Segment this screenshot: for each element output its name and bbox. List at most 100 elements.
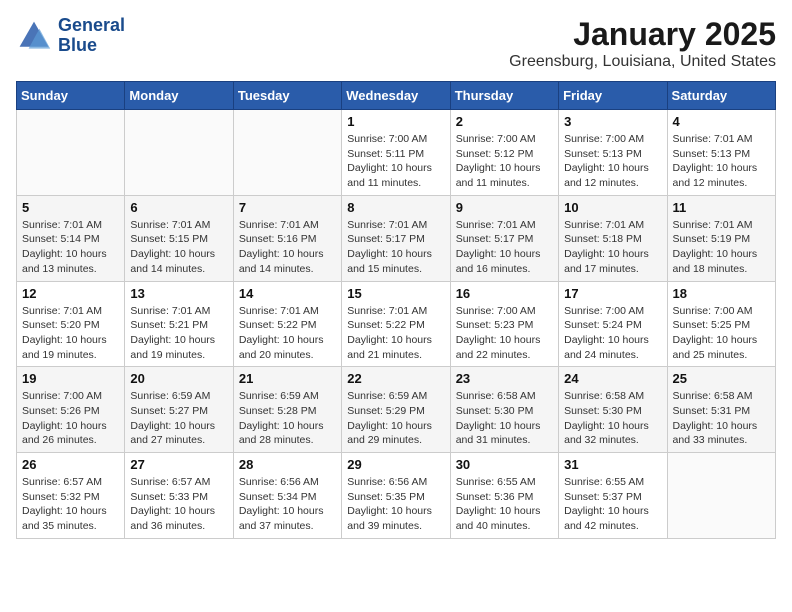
day-detail: Sunrise: 6:56 AM Sunset: 5:35 PM Dayligh… [347, 475, 444, 534]
subtitle: Greensburg, Louisiana, United States [509, 53, 776, 71]
calendar-cell: 9 Sunrise: 7:01 AM Sunset: 5:17 PM Daylig… [450, 195, 558, 281]
day-number: 11 [673, 200, 770, 215]
day-detail: Sunrise: 7:01 AM Sunset: 5:17 PM Dayligh… [347, 218, 444, 277]
day-number: 23 [456, 371, 553, 386]
day-detail: Sunrise: 7:01 AM Sunset: 5:19 PM Dayligh… [673, 218, 770, 277]
day-detail: Sunrise: 7:01 AM Sunset: 5:21 PM Dayligh… [130, 304, 227, 363]
day-number: 27 [130, 457, 227, 472]
calendar-cell: 16 Sunrise: 7:00 AM Sunset: 5:23 PM Dayli… [450, 281, 558, 367]
day-detail: Sunrise: 6:58 AM Sunset: 5:30 PM Dayligh… [456, 389, 553, 448]
calendar-body: 1 Sunrise: 7:00 AM Sunset: 5:11 PM Daylig… [17, 110, 776, 539]
day-number: 12 [22, 286, 119, 301]
day-number: 30 [456, 457, 553, 472]
week-row-2: 5 Sunrise: 7:01 AM Sunset: 5:14 PM Daylig… [17, 195, 776, 281]
day-detail: Sunrise: 7:01 AM Sunset: 5:14 PM Dayligh… [22, 218, 119, 277]
day-number: 29 [347, 457, 444, 472]
calendar-cell: 10 Sunrise: 7:01 AM Sunset: 5:18 PM Dayli… [559, 195, 667, 281]
calendar-cell [125, 110, 233, 196]
day-number: 21 [239, 371, 336, 386]
logo: General Blue [16, 16, 125, 56]
day-number: 5 [22, 200, 119, 215]
day-detail: Sunrise: 7:01 AM Sunset: 5:20 PM Dayligh… [22, 304, 119, 363]
calendar-cell: 1 Sunrise: 7:00 AM Sunset: 5:11 PM Daylig… [342, 110, 450, 196]
day-number: 1 [347, 114, 444, 129]
calendar-cell: 22Sunrise: 6:59 AM Sunset: 5:29 PM Dayli… [342, 367, 450, 453]
day-detail: Sunrise: 6:59 AM Sunset: 5:28 PM Dayligh… [239, 389, 336, 448]
calendar-cell [233, 110, 341, 196]
day-number: 16 [456, 286, 553, 301]
calendar-cell: 8 Sunrise: 7:01 AM Sunset: 5:17 PM Daylig… [342, 195, 450, 281]
logo-line2: Blue [58, 36, 125, 56]
day-number: 20 [130, 371, 227, 386]
day-detail: Sunrise: 6:58 AM Sunset: 5:30 PM Dayligh… [564, 389, 661, 448]
day-detail: Sunrise: 7:00 AM Sunset: 5:26 PM Dayligh… [22, 389, 119, 448]
calendar-cell: 14 Sunrise: 7:01 AM Sunset: 5:22 PM Dayli… [233, 281, 341, 367]
calendar-header: SundayMondayTuesdayWednesdayThursdayFrid… [17, 82, 776, 110]
calendar-cell: 24Sunrise: 6:58 AM Sunset: 5:30 PM Dayli… [559, 367, 667, 453]
calendar-cell: 20Sunrise: 6:59 AM Sunset: 5:27 PM Dayli… [125, 367, 233, 453]
day-number: 10 [564, 200, 661, 215]
day-header-wednesday: Wednesday [342, 82, 450, 110]
day-detail: Sunrise: 7:00 AM Sunset: 5:23 PM Dayligh… [456, 304, 553, 363]
day-header-sunday: Sunday [17, 82, 125, 110]
day-detail: Sunrise: 7:01 AM Sunset: 5:22 PM Dayligh… [239, 304, 336, 363]
day-detail: Sunrise: 7:01 AM Sunset: 5:15 PM Dayligh… [130, 218, 227, 277]
logo-line1: General [58, 16, 125, 36]
calendar-cell: 13 Sunrise: 7:01 AM Sunset: 5:21 PM Dayli… [125, 281, 233, 367]
day-detail: Sunrise: 7:00 AM Sunset: 5:12 PM Dayligh… [456, 132, 553, 191]
calendar-cell: 21 Sunrise: 6:59 AM Sunset: 5:28 PM Dayli… [233, 367, 341, 453]
day-number: 28 [239, 457, 336, 472]
day-detail: Sunrise: 6:57 AM Sunset: 5:32 PM Dayligh… [22, 475, 119, 534]
day-detail: Sunrise: 7:00 AM Sunset: 5:11 PM Dayligh… [347, 132, 444, 191]
day-number: 15 [347, 286, 444, 301]
day-number: 6 [130, 200, 227, 215]
day-number: 8 [347, 200, 444, 215]
day-detail: Sunrise: 6:58 AM Sunset: 5:31 PM Dayligh… [673, 389, 770, 448]
day-number: 4 [673, 114, 770, 129]
calendar-cell: 28 Sunrise: 6:56 AM Sunset: 5:34 PM Dayli… [233, 453, 341, 539]
day-header-tuesday: Tuesday [233, 82, 341, 110]
day-number: 25 [673, 371, 770, 386]
day-header-saturday: Saturday [667, 82, 775, 110]
calendar-cell: 12 Sunrise: 7:01 AM Sunset: 5:20 PM Dayli… [17, 281, 125, 367]
day-number: 13 [130, 286, 227, 301]
page-header: General Blue January 2025 Greensburg, Lo… [16, 16, 776, 71]
day-number: 17 [564, 286, 661, 301]
day-header-thursday: Thursday [450, 82, 558, 110]
day-header-friday: Friday [559, 82, 667, 110]
day-detail: Sunrise: 6:59 AM Sunset: 5:29 PM Dayligh… [347, 389, 444, 448]
day-detail: Sunrise: 6:55 AM Sunset: 5:37 PM Dayligh… [564, 475, 661, 534]
calendar-cell: 6 Sunrise: 7:01 AM Sunset: 5:15 PM Daylig… [125, 195, 233, 281]
week-row-4: 19 Sunrise: 7:00 AM Sunset: 5:26 PM Dayli… [17, 367, 776, 453]
logo-icon [16, 18, 52, 54]
calendar-cell: 23 Sunrise: 6:58 AM Sunset: 5:30 PM Dayli… [450, 367, 558, 453]
calendar-cell: 30 Sunrise: 6:55 AM Sunset: 5:36 PM Dayli… [450, 453, 558, 539]
day-number: 2 [456, 114, 553, 129]
day-number: 9 [456, 200, 553, 215]
calendar-cell: 29 Sunrise: 6:56 AM Sunset: 5:35 PM Dayli… [342, 453, 450, 539]
logo-text: General Blue [58, 16, 125, 56]
day-detail: Sunrise: 6:56 AM Sunset: 5:34 PM Dayligh… [239, 475, 336, 534]
calendar-cell: 17 Sunrise: 7:00 AM Sunset: 5:24 PM Dayli… [559, 281, 667, 367]
day-number: 19 [22, 371, 119, 386]
calendar-cell: 19 Sunrise: 7:00 AM Sunset: 5:26 PM Dayli… [17, 367, 125, 453]
calendar-cell: 11 Sunrise: 7:01 AM Sunset: 5:19 PM Dayli… [667, 195, 775, 281]
calendar-cell: 25 Sunrise: 6:58 AM Sunset: 5:31 PM Dayli… [667, 367, 775, 453]
day-detail: Sunrise: 7:01 AM Sunset: 5:18 PM Dayligh… [564, 218, 661, 277]
day-detail: Sunrise: 7:01 AM Sunset: 5:17 PM Dayligh… [456, 218, 553, 277]
week-row-3: 12 Sunrise: 7:01 AM Sunset: 5:20 PM Dayli… [17, 281, 776, 367]
day-detail: Sunrise: 7:00 AM Sunset: 5:13 PM Dayligh… [564, 132, 661, 191]
day-number: 31 [564, 457, 661, 472]
day-number: 14 [239, 286, 336, 301]
day-detail: Sunrise: 7:00 AM Sunset: 5:24 PM Dayligh… [564, 304, 661, 363]
day-number: 18 [673, 286, 770, 301]
day-detail: Sunrise: 6:57 AM Sunset: 5:33 PM Dayligh… [130, 475, 227, 534]
week-row-5: 26Sunrise: 6:57 AM Sunset: 5:32 PM Dayli… [17, 453, 776, 539]
day-detail: Sunrise: 6:55 AM Sunset: 5:36 PM Dayligh… [456, 475, 553, 534]
calendar-cell: 26Sunrise: 6:57 AM Sunset: 5:32 PM Dayli… [17, 453, 125, 539]
calendar-cell: 15Sunrise: 7:01 AM Sunset: 5:22 PM Dayli… [342, 281, 450, 367]
calendar-cell: 31 Sunrise: 6:55 AM Sunset: 5:37 PM Dayli… [559, 453, 667, 539]
calendar-cell: 4Sunrise: 7:01 AM Sunset: 5:13 PM Daylig… [667, 110, 775, 196]
calendar-cell: 3Sunrise: 7:00 AM Sunset: 5:13 PM Daylig… [559, 110, 667, 196]
week-row-1: 1 Sunrise: 7:00 AM Sunset: 5:11 PM Daylig… [17, 110, 776, 196]
